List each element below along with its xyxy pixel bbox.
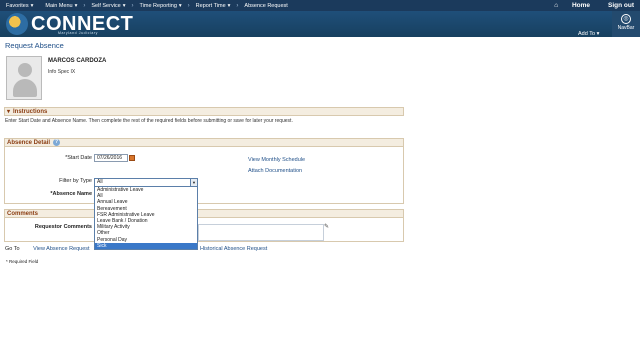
chevron-down-icon: ▾ <box>122 2 126 9</box>
nav-main-menu[interactable]: Main Menu ▾ <box>39 3 83 9</box>
nav-absence-request[interactable]: Absence Request <box>238 3 293 9</box>
nav-time-reporting[interactable]: Time Reporting ▾ <box>134 3 188 9</box>
absence-name-label: *Absence Name <box>50 191 92 197</box>
collapse-arrow-icon: ▾ <box>7 109 11 115</box>
logo-subtext: Maryland Judiciary <box>58 31 98 35</box>
top-navigation: Favorites ▾ Main Menu ▾ › Self Service ▾ › … <box>0 0 640 11</box>
chevron-down-icon: ▾ <box>227 2 231 9</box>
employee-photo <box>6 56 42 100</box>
dropdown-option-highlighted[interactable]: Sick <box>95 242 197 249</box>
start-date-input[interactable]: 07/26/2016 <box>94 154 128 162</box>
spell-check-icon[interactable]: ✎ <box>324 223 329 230</box>
home-icon: ⌂ <box>554 2 559 9</box>
instructions-header[interactable]: ▾ Instructions <box>4 107 404 116</box>
filter-by-type-label: Filter by Type <box>59 178 92 184</box>
sign-out-link[interactable]: Sign out <box>602 2 640 9</box>
dropdown-arrow-icon[interactable]: ▼ <box>190 179 197 186</box>
employee-job-title: Info Spec IX <box>48 69 76 75</box>
home-link[interactable]: ⌂ Home <box>542 2 602 9</box>
filter-by-type-dropdown-list: Administrative Leave All Annual Leave Be… <box>94 186 198 250</box>
nav-self-service[interactable]: Self Service ▾ <box>85 3 131 9</box>
requestor-comments-textarea[interactable] <box>198 224 324 241</box>
logo-mark-icon <box>6 13 28 35</box>
employee-name: MARCOS CARDOZA <box>48 58 107 64</box>
page-title: Request Absence <box>5 41 64 50</box>
attach-documentation-link[interactable]: Attach Documentation <box>248 168 302 174</box>
goto-row: Go To View Absence Request <box>5 246 90 252</box>
view-absence-request-link[interactable]: View Absence Request <box>33 246 89 252</box>
comments-header: Comments <box>4 209 404 218</box>
navbar-button[interactable]: ◎ NavBar <box>612 11 640 37</box>
requestor-comments-label: Requestor Comments <box>34 224 92 230</box>
chevron-down-icon: ▾ <box>596 31 600 37</box>
nav-report-time[interactable]: Report Time ▾ <box>190 3 237 9</box>
required-field-note: * Required Field <box>6 259 39 264</box>
chevron-down-icon: ▾ <box>74 2 78 9</box>
add-to-menu[interactable]: Add To ▾ <box>578 31 599 37</box>
person-icon <box>18 63 32 77</box>
chevron-down-icon: ▾ <box>30 2 34 9</box>
nav-favorites[interactable]: Favorites ▾ <box>0 3 39 9</box>
compass-icon: ◎ <box>621 14 631 24</box>
view-monthly-schedule-link[interactable]: View Monthly Schedule <box>248 157 305 163</box>
top-right-links: ⌂ Home Sign out <box>542 0 640 11</box>
calendar-icon[interactable] <box>129 155 135 161</box>
instructions-text: Enter Start Date and Absence Name. Then … <box>5 118 293 124</box>
header-banner: CONNECT Maryland Judiciary Add To ▾ <box>0 11 640 37</box>
start-date-label: *Start Date <box>65 155 92 161</box>
historical-absence-request-link[interactable]: Historical Absence Request <box>200 246 267 252</box>
chevron-down-icon: ▾ <box>178 2 182 9</box>
